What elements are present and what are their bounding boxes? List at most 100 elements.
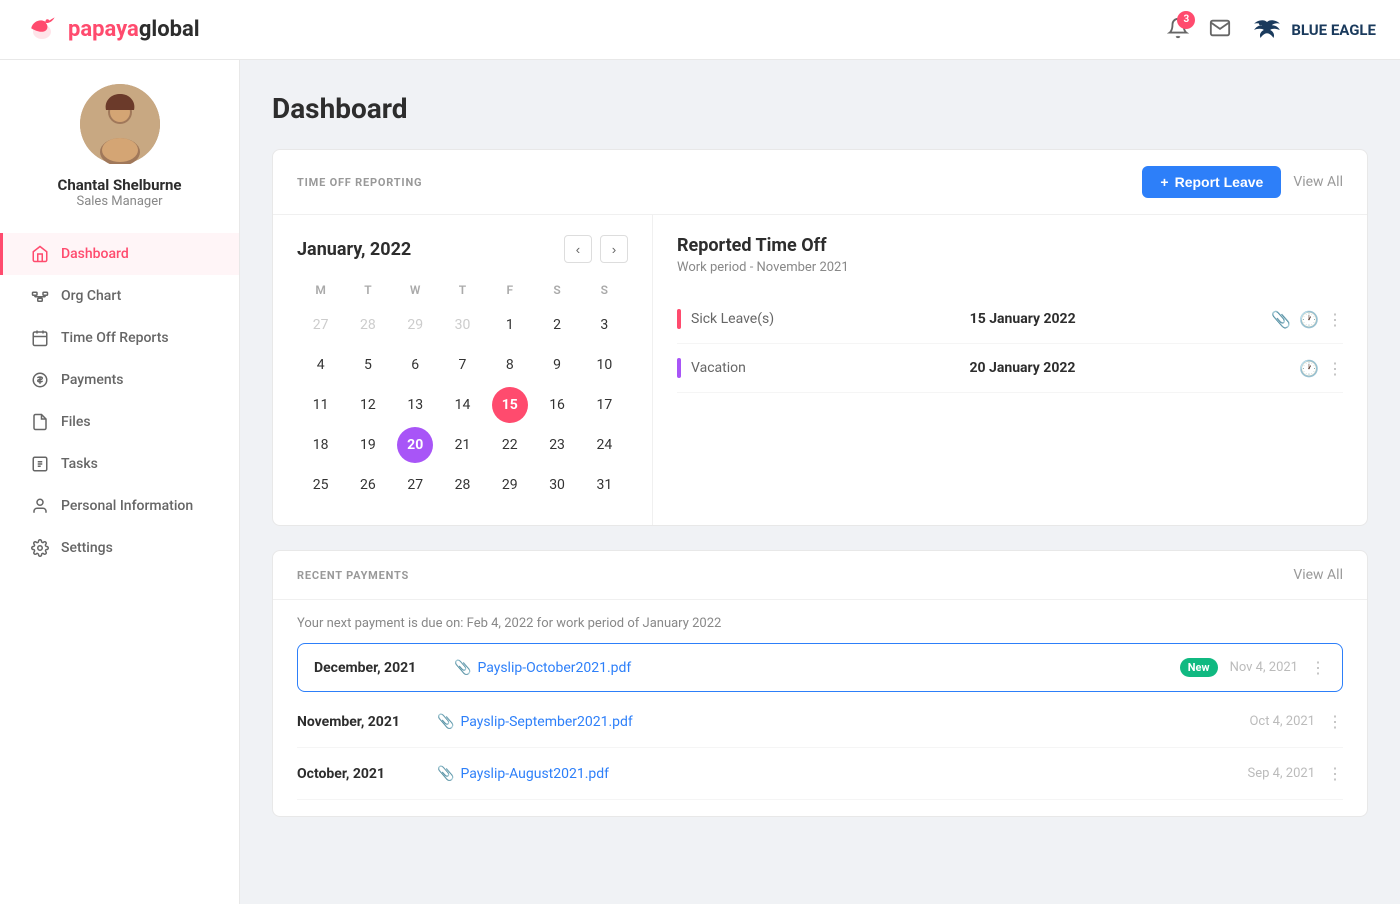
cal-day[interactable]: 7: [444, 347, 480, 383]
cal-day[interactable]: 17: [586, 387, 622, 423]
cal-day[interactable]: 13: [397, 387, 433, 423]
cal-day[interactable]: 25: [303, 467, 339, 503]
cal-day[interactable]: 21: [444, 427, 480, 463]
payment-notice: Your next payment is due on: Feb 4, 2022…: [297, 600, 1343, 643]
payment-file-dec[interactable]: 📎 Payslip-October2021.pdf: [454, 660, 1180, 676]
company-logo: BLUE EAGLE: [1251, 14, 1376, 46]
payment-date-nov: Oct 4, 2021: [1249, 714, 1315, 729]
payment-right-dec: New Nov 4, 2021 ⋮: [1180, 658, 1326, 677]
sidebar-item-files[interactable]: Files: [0, 401, 239, 443]
topnav-right: 3 BLUE EAGLE: [1167, 14, 1376, 46]
cal-day[interactable]: 8: [492, 347, 528, 383]
cal-day[interactable]: 29: [397, 307, 433, 343]
cal-day[interactable]: 9: [539, 347, 575, 383]
sidebar-item-payments[interactable]: Payments: [0, 359, 239, 401]
new-badge: New: [1180, 658, 1218, 677]
time-off-actions: + Report Leave View All: [1142, 166, 1343, 198]
cal-day[interactable]: 26: [350, 467, 386, 503]
report-leave-label: Report Leave: [1175, 174, 1264, 190]
sidebar-label-time-off: Time Off Reports: [61, 330, 169, 346]
sidebar: Chantal Shelburne Sales Manager Dashboar…: [0, 60, 240, 904]
avatar: [80, 84, 160, 164]
time-off-card: TIME OFF REPORTING + Report Leave View A…: [272, 149, 1368, 526]
cal-day[interactable]: 23: [539, 427, 575, 463]
cal-day[interactable]: 30: [539, 467, 575, 503]
leave-menu-sick[interactable]: ⋮: [1327, 310, 1343, 329]
leave-menu-vacation[interactable]: ⋮: [1327, 359, 1343, 378]
leave-actions-sick: 📎 🕐 ⋮: [1271, 310, 1343, 329]
payments-view-all[interactable]: View All: [1293, 567, 1343, 583]
payment-menu-nov[interactable]: ⋮: [1327, 712, 1343, 731]
calendar-next-button[interactable]: ›: [600, 235, 628, 263]
cal-day-highlighted[interactable]: 20: [397, 427, 433, 463]
payment-file-oct[interactable]: 📎 Payslip-August2021.pdf: [437, 766, 1248, 782]
cal-day[interactable]: 3: [586, 307, 622, 343]
cal-day[interactable]: 27: [397, 467, 433, 503]
main-layout: Chantal Shelburne Sales Manager Dashboar…: [0, 60, 1400, 904]
cal-day[interactable]: 11: [303, 387, 339, 423]
leave-item-sick: Sick Leave(s) 15 January 2022 📎 🕐 ⋮: [677, 295, 1343, 344]
payment-file-nov[interactable]: 📎 Payslip-September2021.pdf: [437, 714, 1249, 730]
cal-day-today[interactable]: 15: [492, 387, 528, 423]
logo-bird-icon: [24, 12, 60, 48]
cal-day[interactable]: 19: [350, 427, 386, 463]
cal-day[interactable]: 12: [350, 387, 386, 423]
sidebar-label-org-chart: Org Chart: [61, 288, 121, 304]
cal-day[interactable]: 27: [303, 307, 339, 343]
cal-day[interactable]: 16: [539, 387, 575, 423]
cal-day[interactable]: 10: [586, 347, 622, 383]
avatar-image: [80, 84, 160, 164]
payment-filename-nov: Payslip-September2021.pdf: [460, 714, 632, 730]
payment-date-dec: Nov 4, 2021: [1230, 660, 1298, 675]
sidebar-item-dashboard[interactable]: Dashboard: [0, 233, 239, 275]
leave-bar-sick: [677, 309, 681, 329]
payment-filename-dec: Payslip-October2021.pdf: [477, 660, 631, 676]
cal-header-tue: T: [344, 279, 391, 305]
cal-header-mon: M: [297, 279, 344, 305]
calendar-prev-button[interactable]: ‹: [564, 235, 592, 263]
cal-day[interactable]: 28: [350, 307, 386, 343]
dollar-icon: [31, 371, 49, 389]
cal-day[interactable]: 22: [492, 427, 528, 463]
calendar-week-4: 18 19 20 21 22 23 24: [297, 425, 628, 465]
payment-menu-dec[interactable]: ⋮: [1310, 658, 1326, 677]
sidebar-label-dashboard: Dashboard: [61, 246, 129, 262]
payment-menu-oct[interactable]: ⋮: [1327, 764, 1343, 783]
sidebar-item-settings[interactable]: Settings: [0, 527, 239, 569]
sidebar-item-tasks[interactable]: Tasks: [0, 443, 239, 485]
cal-day[interactable]: 4: [303, 347, 339, 383]
report-leave-button[interactable]: + Report Leave: [1142, 166, 1281, 198]
notifications-button[interactable]: 3: [1167, 17, 1189, 43]
logo[interactable]: papayaglobal: [24, 12, 200, 48]
cal-day[interactable]: 29: [492, 467, 528, 503]
paperclip-icon-nov: 📎: [437, 714, 454, 730]
cal-day[interactable]: 24: [586, 427, 622, 463]
sidebar-item-personal[interactable]: Personal Information: [0, 485, 239, 527]
cal-day[interactable]: 28: [444, 467, 480, 503]
sidebar-label-personal: Personal Information: [61, 498, 193, 514]
payment-filename-oct: Payslip-August2021.pdf: [460, 766, 609, 782]
leave-type-vacation: Vacation: [691, 360, 746, 376]
sidebar-item-time-off[interactable]: Time Off Reports: [0, 317, 239, 359]
file-icon: [31, 413, 49, 431]
cal-day[interactable]: 31: [586, 467, 622, 503]
org-chart-icon: [31, 287, 49, 305]
time-off-view-all[interactable]: View All: [1293, 174, 1343, 190]
cal-day[interactable]: 2: [539, 307, 575, 343]
paperclip-icon-dec: 📎: [454, 660, 471, 676]
cal-day[interactable]: 1: [492, 307, 528, 343]
cal-day[interactable]: 6: [397, 347, 433, 383]
clock-icon-vacation[interactable]: 🕐: [1299, 359, 1319, 378]
cal-header-wed: W: [392, 279, 439, 305]
calendar-icon: [31, 329, 49, 347]
reported-subtitle: Work period - November 2021: [677, 260, 1343, 275]
mail-button[interactable]: [1209, 17, 1231, 43]
cal-day[interactable]: 14: [444, 387, 480, 423]
cal-day[interactable]: 30: [444, 307, 480, 343]
clock-icon-sick[interactable]: 🕐: [1299, 310, 1319, 329]
cal-day[interactable]: 5: [350, 347, 386, 383]
reported-panel: Reported Time Off Work period - November…: [653, 215, 1367, 525]
paperclip-icon[interactable]: 📎: [1271, 310, 1291, 329]
sidebar-item-org-chart[interactable]: Org Chart: [0, 275, 239, 317]
cal-day[interactable]: 18: [303, 427, 339, 463]
